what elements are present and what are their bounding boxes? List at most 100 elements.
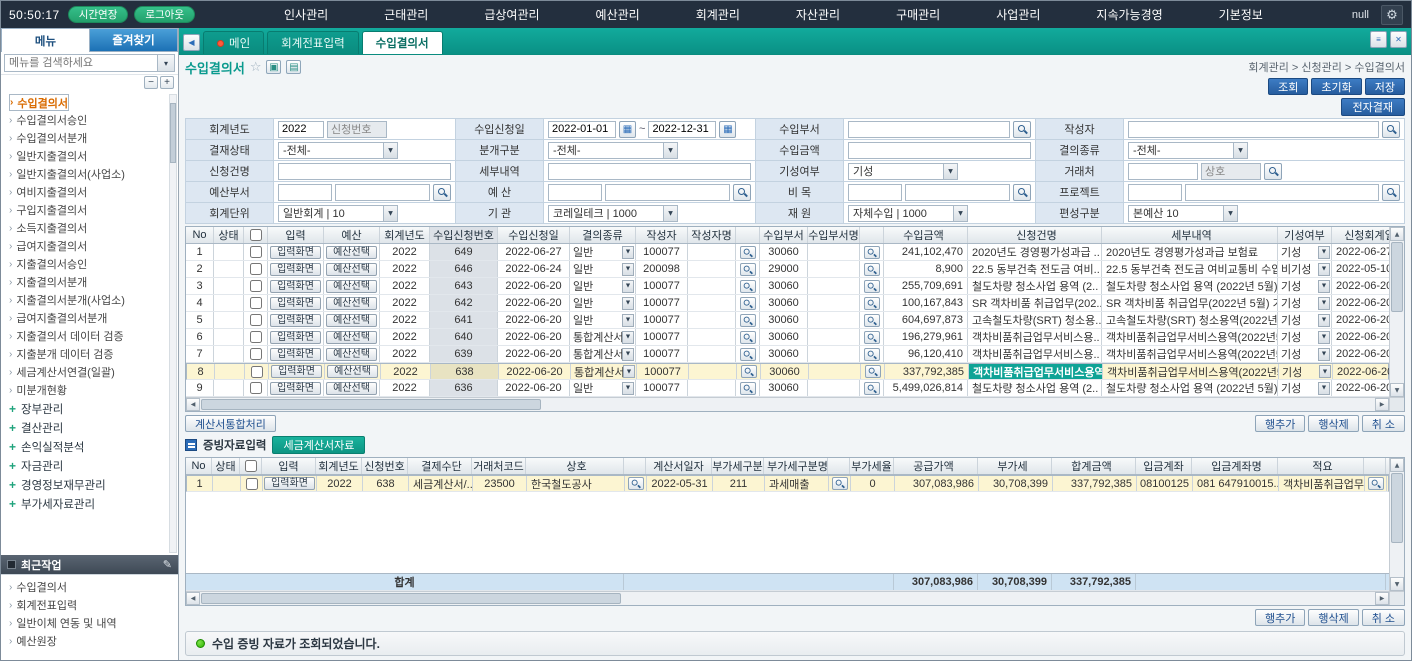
- global-menu-item[interactable]: 자산관리: [768, 6, 868, 23]
- search-icon[interactable]: [864, 382, 880, 395]
- scroll-up-icon[interactable]: ▲: [1390, 227, 1404, 241]
- table-row[interactable]: 6입력화면예산선택20226402022-06-20통합계산서▼10007730…: [186, 329, 1389, 346]
- budget-select-button[interactable]: 예산선택: [326, 382, 377, 395]
- scrollbar-thumb[interactable]: [170, 103, 176, 163]
- search-icon[interactable]: [864, 297, 880, 310]
- input-screen-button[interactable]: 입력화면: [270, 297, 321, 310]
- completion-select[interactable]: 기성▼: [848, 163, 958, 180]
- sidebar-group[interactable]: +장부관리: [9, 399, 166, 418]
- budget-select-button[interactable]: 예산선택: [326, 348, 377, 361]
- sidebar-item[interactable]: ›소득지출결의서: [9, 219, 166, 237]
- scroll-left-icon[interactable]: ◀: [186, 398, 200, 411]
- table-row[interactable]: 7입력화면예산선택20226392022-06-20통합계산서▼10007730…: [186, 346, 1389, 363]
- table-row[interactable]: 1입력화면예산선택20226492022-06-27일반▼10007730060…: [186, 244, 1389, 261]
- add-row-button[interactable]: 행추가: [1255, 415, 1305, 432]
- cell-doc_type-select[interactable]: 통합계산서▼: [571, 364, 637, 379]
- search-icon[interactable]: [433, 184, 451, 201]
- table-row[interactable]: 3입력화면예산선택20226432022-06-20일반▼10007730060…: [186, 278, 1389, 295]
- search-icon[interactable]: [864, 331, 880, 344]
- select-all-checkbox[interactable]: [250, 229, 262, 241]
- scroll-left-icon[interactable]: ◀: [186, 592, 200, 605]
- cell-doc_type-select[interactable]: 일반▼: [570, 244, 636, 260]
- search-icon[interactable]: [740, 348, 756, 361]
- budget-dept-code-input[interactable]: [278, 184, 332, 201]
- row-checkbox[interactable]: [250, 280, 262, 292]
- select-all-checkbox[interactable]: [245, 460, 257, 472]
- global-menu-item[interactable]: 회계관리: [668, 6, 768, 23]
- search-icon[interactable]: [1368, 477, 1384, 490]
- row-checkbox[interactable]: [250, 331, 262, 343]
- horizontal-scrollbar[interactable]: ◀ ▶: [186, 591, 1404, 605]
- global-menu-item[interactable]: 사업관리: [968, 6, 1068, 23]
- sidebar-item[interactable]: ›구입지출결의서: [9, 201, 166, 219]
- calendar-icon[interactable]: ▦: [719, 121, 736, 138]
- sidebar-group[interactable]: +부가세자료관리: [9, 494, 166, 513]
- cell-doc_type-select[interactable]: 일반▼: [570, 261, 636, 277]
- chevron-down-icon[interactable]: ▾: [158, 54, 175, 72]
- search-icon[interactable]: [864, 246, 880, 259]
- recent-item[interactable]: ›일반이체 연동 및 내역: [9, 614, 170, 632]
- tab[interactable]: 메인: [203, 31, 264, 54]
- global-menu-item[interactable]: 급상여관리: [456, 6, 567, 23]
- logout-button[interactable]: 로그아웃: [134, 6, 195, 23]
- budget-type-select[interactable]: 본예산 10▼: [1128, 205, 1238, 222]
- delete-row-button[interactable]: 행삭제: [1308, 609, 1358, 626]
- cell-doc_type-select[interactable]: 일반▼: [570, 380, 636, 396]
- calendar-icon[interactable]: ▦: [619, 121, 636, 138]
- cell-completion-select[interactable]: 기성▼: [1278, 346, 1332, 362]
- input-screen-button[interactable]: 입력화면: [271, 365, 322, 378]
- budget-code-input[interactable]: [548, 184, 602, 201]
- row-checkbox[interactable]: [250, 382, 262, 394]
- resolution-type-select[interactable]: -전체-▼: [1128, 142, 1248, 159]
- tab[interactable]: 회계전표입력: [267, 31, 358, 54]
- global-menu-item[interactable]: 지속가능경영: [1068, 6, 1190, 23]
- budget-select-button[interactable]: 예산선택: [326, 263, 377, 276]
- cell-doc_type-select[interactable]: 통합계산서▼: [570, 346, 636, 362]
- search-icon[interactable]: [628, 477, 644, 490]
- request-title-input[interactable]: [278, 163, 451, 180]
- sidebar-item[interactable]: ›급여지출결의서분개: [9, 309, 166, 327]
- tree-scrollbar[interactable]: [169, 94, 177, 553]
- sidebar-item[interactable]: ›세금계산서연결(일괄): [9, 363, 166, 381]
- row-checkbox[interactable]: [250, 246, 262, 258]
- cell-doc_type-select[interactable]: 통합계산서▼: [570, 329, 636, 345]
- scrollbar-thumb[interactable]: [1391, 242, 1403, 312]
- search-icon[interactable]: [740, 297, 756, 310]
- collapse-all-button[interactable]: −: [144, 76, 158, 89]
- sidebar-group[interactable]: +손익실적분석: [9, 437, 166, 456]
- input-screen-button[interactable]: 입력화면: [270, 246, 321, 259]
- row-checkbox[interactable]: [250, 297, 262, 309]
- sidebar-item[interactable]: ›일반지출결의서: [9, 147, 166, 165]
- search-icon[interactable]: [1013, 121, 1031, 138]
- menu-search-input[interactable]: [4, 54, 158, 72]
- search-icon[interactable]: [864, 263, 880, 276]
- budget-select-button[interactable]: 예산선택: [326, 280, 377, 293]
- cell-completion-select[interactable]: 기성▼: [1278, 244, 1332, 260]
- income-date-to-input[interactable]: [648, 121, 716, 138]
- cell-doc_type-select[interactable]: 일반▼: [570, 278, 636, 294]
- scroll-right-icon[interactable]: ▶: [1375, 398, 1389, 411]
- reset-button[interactable]: 초기화: [1311, 78, 1361, 95]
- input-screen-button[interactable]: 입력화면: [264, 477, 315, 490]
- sidebar-group[interactable]: +경영정보재무관리: [9, 475, 166, 494]
- scroll-right-icon[interactable]: ▶: [1375, 592, 1389, 605]
- detail-input[interactable]: [548, 163, 751, 180]
- item-name-input[interactable]: [905, 184, 1010, 201]
- cancel-button[interactable]: 취 소: [1362, 415, 1405, 432]
- search-icon[interactable]: [864, 314, 880, 327]
- cell-completion-select[interactable]: 기성▼: [1278, 278, 1332, 294]
- input-screen-button[interactable]: 입력화면: [270, 382, 321, 395]
- cell-doc_type-select[interactable]: 일반▼: [570, 295, 636, 311]
- add-row-button[interactable]: 행추가: [1255, 609, 1305, 626]
- prev-tab-icon[interactable]: ◀: [183, 34, 200, 51]
- invoice-merge-button[interactable]: 계산서통합처리: [185, 415, 276, 432]
- scrollbar-thumb[interactable]: [201, 593, 621, 604]
- search-button[interactable]: 조회: [1268, 78, 1308, 95]
- global-menu-item[interactable]: 예산관리: [568, 6, 668, 23]
- search-icon[interactable]: [865, 365, 881, 378]
- writer-input[interactable]: [1128, 121, 1379, 138]
- search-icon[interactable]: [832, 477, 848, 490]
- sidebar-item[interactable]: ›지출분개 데이터 검증: [9, 345, 166, 363]
- scroll-down-icon[interactable]: ▼: [1390, 577, 1404, 591]
- acct-unit-select[interactable]: 일반회계 | 10▼: [278, 205, 398, 222]
